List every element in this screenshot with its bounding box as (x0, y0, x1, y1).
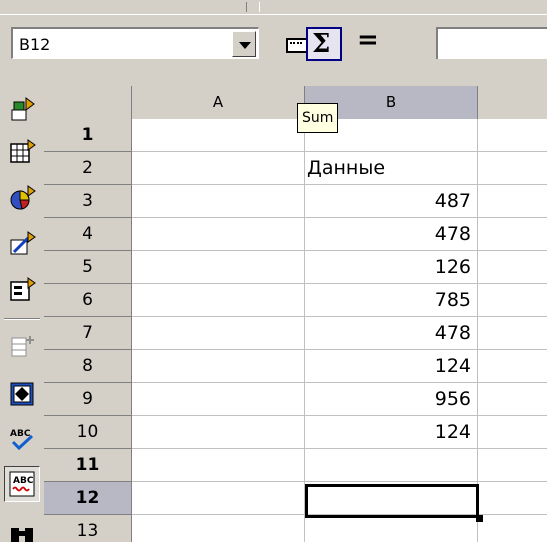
chevron-down-icon (239, 42, 251, 49)
row-header-1[interactable]: 1 (44, 119, 132, 152)
row-header-13[interactable]: 13 (44, 515, 132, 542)
column-header-c[interactable] (478, 86, 547, 119)
cell-a7[interactable] (132, 317, 305, 350)
column-header-row: A B (44, 86, 547, 120)
name-box[interactable]: B12 (11, 27, 259, 59)
row-header-3[interactable]: 3 (44, 185, 132, 218)
cell-a10[interactable] (132, 416, 305, 449)
find-icon[interactable] (8, 522, 36, 542)
name-box-value: B12 (19, 35, 51, 54)
cell-a11[interactable] (132, 449, 305, 482)
cell-b11[interactable] (305, 449, 478, 482)
row-header-12[interactable]: 12 (44, 482, 132, 515)
cell-value: 478 (434, 223, 471, 245)
cell-a6[interactable] (132, 284, 305, 317)
cell-value: 785 (434, 289, 471, 311)
cell-b8[interactable]: 124 (305, 350, 478, 383)
row-header-11[interactable]: 11 (44, 449, 132, 482)
cell-b2[interactable]: Данные (305, 152, 478, 185)
cell-a12[interactable] (132, 482, 305, 515)
cell-value: 478 (434, 322, 471, 344)
svg-text:ABC: ABC (13, 476, 34, 486)
cell-value: 124 (434, 421, 471, 443)
name-box-dropdown-button[interactable] (232, 31, 256, 57)
spreadsheet-window: B12 Σ = ABC ABC A B 1 2 Данные 3 487 4 4… (0, 0, 547, 542)
column-header-a[interactable]: A (132, 86, 305, 119)
cell-b3[interactable]: 487 (305, 185, 478, 218)
sum-button[interactable]: Σ (306, 27, 342, 61)
cell-a4[interactable] (132, 218, 305, 251)
cell-c5[interactable] (478, 251, 547, 284)
cell-b7[interactable]: 478 (305, 317, 478, 350)
sum-tooltip: Sum (297, 103, 339, 133)
autospellcheck-button[interactable]: ABC (4, 466, 40, 502)
row-header-8[interactable]: 8 (44, 350, 132, 383)
formula-bar: B12 Σ = (0, 14, 547, 87)
formula-input[interactable] (436, 27, 547, 59)
draw-functions-icon[interactable] (8, 230, 36, 258)
row-header-10[interactable]: 10 (44, 416, 132, 449)
cell-value: 126 (434, 256, 471, 278)
cell-c9[interactable] (478, 383, 547, 416)
autospellcheck-icon: ABC (9, 471, 35, 497)
navigator-icon[interactable] (8, 380, 36, 408)
cell-b4[interactable]: 478 (305, 218, 478, 251)
insert-rows-icon[interactable] (8, 332, 36, 360)
select-all-corner[interactable] (44, 86, 132, 119)
cell-a3[interactable] (132, 185, 305, 218)
cell-b6[interactable]: 785 (305, 284, 478, 317)
cell-c10[interactable] (478, 416, 547, 449)
row-header-9[interactable]: 9 (44, 383, 132, 416)
cell-c8[interactable] (478, 350, 547, 383)
sigma-icon: Σ (312, 29, 331, 59)
row-header-4[interactable]: 4 (44, 218, 132, 251)
cell-value: 124 (434, 355, 471, 377)
cell-c2[interactable] (478, 152, 547, 185)
cell-c4[interactable] (478, 218, 547, 251)
row-header-5[interactable]: 5 (44, 251, 132, 284)
svg-text:ABC: ABC (10, 429, 31, 439)
fill-handle[interactable] (476, 515, 483, 522)
cell-c13[interactable] (478, 515, 547, 542)
row-header-6[interactable]: 6 (44, 284, 132, 317)
cell-b13[interactable] (305, 515, 478, 542)
insert-cells-icon[interactable] (8, 96, 36, 124)
cell-c1[interactable] (478, 119, 547, 152)
toolbar-separator (246, 2, 260, 12)
row-header-7[interactable]: 7 (44, 317, 132, 350)
cell-c12[interactable] (478, 482, 547, 515)
active-cell-b12[interactable] (305, 484, 479, 518)
cell-value: Данные (307, 157, 386, 179)
cell-a2[interactable] (132, 152, 305, 185)
cell-a1[interactable] (132, 119, 305, 152)
cell-c11[interactable] (478, 449, 547, 482)
row-header-2[interactable]: 2 (44, 152, 132, 185)
toolbar-separator (4, 318, 40, 320)
insert-object-icon[interactable] (8, 138, 36, 166)
cell-a13[interactable] (132, 515, 305, 542)
cell-value: 956 (434, 388, 471, 410)
cell-a8[interactable] (132, 350, 305, 383)
cell-c6[interactable] (478, 284, 547, 317)
cell-c7[interactable] (478, 317, 547, 350)
cell-value: 487 (434, 190, 471, 212)
toolbar-strip (0, 0, 547, 14)
left-toolbar: ABC ABC (0, 86, 45, 542)
cell-b9[interactable]: 956 (305, 383, 478, 416)
insert-chart-icon[interactable] (8, 184, 36, 212)
cell-a5[interactable] (132, 251, 305, 284)
cell-c3[interactable] (478, 185, 547, 218)
cell-b5[interactable]: 126 (305, 251, 478, 284)
cell-a9[interactable] (132, 383, 305, 416)
cell-b10[interactable]: 124 (305, 416, 478, 449)
form-controls-icon[interactable] (8, 276, 36, 304)
spreadsheet-grid: A B 1 2 Данные 3 487 4 478 5 126 6 785 7 478 8 124 9 956… (44, 86, 547, 542)
spellcheck-icon[interactable]: ABC (8, 424, 36, 452)
function-equals-button[interactable]: = (357, 25, 379, 55)
